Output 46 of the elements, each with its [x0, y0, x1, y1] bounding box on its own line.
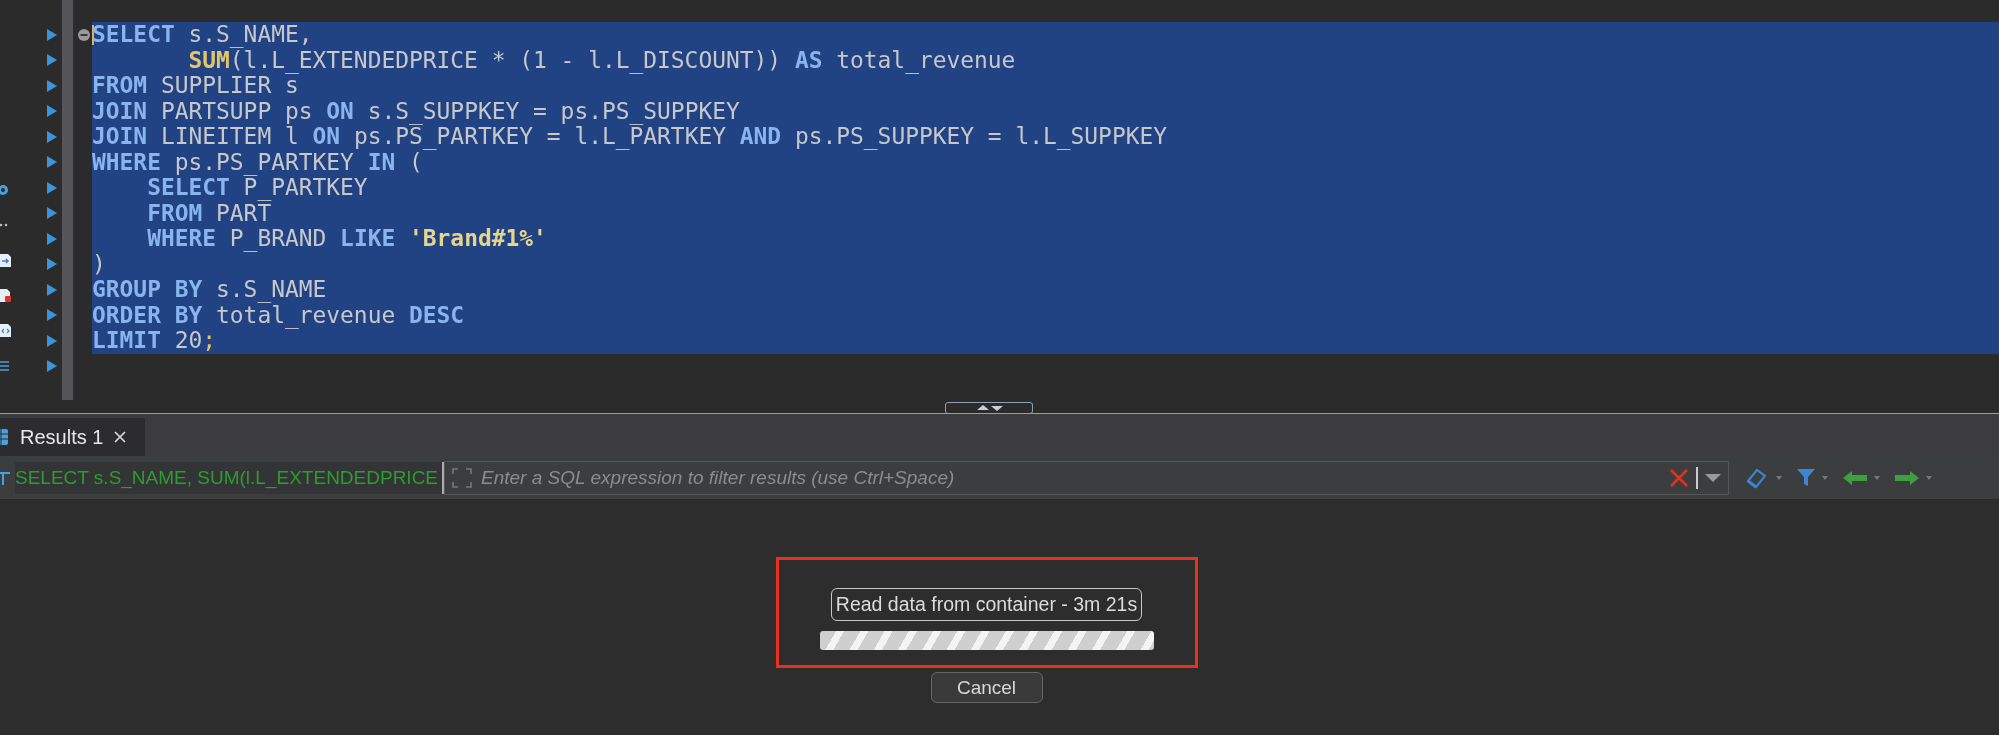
code-line: ): [92, 251, 106, 277]
dropdown-caret-icon[interactable]: [1776, 475, 1783, 480]
code-line: WHERE ps.PS_PARTKEY IN (: [92, 149, 423, 175]
run-marker-icon[interactable]: [46, 333, 58, 348]
code-line: JOIN PARTSUPP ps ON s.S_SUPPKEY = ps.PS_SUPPKEY: [92, 98, 740, 124]
file-code-icon[interactable]: [0, 323, 12, 338]
run-marker-icon[interactable]: [46, 27, 58, 42]
dropdown-caret-icon[interactable]: [1704, 471, 1723, 484]
code-line: GROUP BY s.S_NAME: [92, 277, 327, 303]
clear-icon[interactable]: [1668, 466, 1691, 489]
run-marker-icon[interactable]: [46, 257, 58, 272]
run-marker-icon[interactable]: [46, 231, 58, 246]
filter-box[interactable]: Enter a SQL expression to filter results (use Ctrl+Space): [444, 460, 1730, 495]
progress-label: Read data from container - 3m 21s: [830, 588, 1143, 621]
run-marker-icon[interactable]: [46, 104, 58, 119]
code-line: LIMIT 20;: [92, 328, 217, 354]
code-line: FROM PART: [146, 200, 272, 226]
query-text: SELECT s.S_NAME, SUM(l.L_EXTENDEDPRICE: [15, 461, 445, 494]
code-line: SELECT P_PARTKEY: [146, 175, 368, 201]
code-line: FROM SUPPLIER s: [92, 73, 299, 99]
run-marker-icon[interactable]: [46, 180, 58, 195]
run-marker-icon[interactable]: [46, 155, 58, 170]
run-marker-icon[interactable]: [46, 359, 58, 374]
code-line: JOIN LINEITEM l ON ps.PS_PARTKEY = l.L_PARTKEY AND ps.PS_SUPPKEY = l.L_SUPPKEY: [92, 124, 1168, 150]
dropdown-caret-icon[interactable]: [1874, 475, 1881, 480]
list-icon[interactable]: [0, 358, 12, 373]
file-error-icon[interactable]: [0, 288, 12, 303]
dropdown-caret-icon[interactable]: [1926, 475, 1933, 480]
code-line: SUM(l.L_EXTENDEDPRICE * (1 - l.L_DISCOUNT)) AS total_revenue: [187, 47, 1016, 73]
cancel-button[interactable]: Cancel: [930, 672, 1043, 703]
filter-field[interactable]: Enter a SQL expression to filter results (use Ctrl+Space): [479, 465, 1663, 490]
run-marker-icon[interactable]: [46, 129, 58, 144]
close-icon[interactable]: [113, 430, 128, 444]
dropdown-caret-icon[interactable]: [1822, 475, 1829, 480]
run-marker-icon[interactable]: [46, 78, 58, 93]
run-marker-icon[interactable]: [46, 282, 58, 297]
results-tab[interactable]: Results 1: [0, 418, 145, 456]
file-arrow-icon[interactable]: [0, 253, 12, 268]
run-marker-icon[interactable]: [46, 206, 58, 221]
code-line: WHERE P_BRAND LIKE 'Brand#1%': [146, 226, 547, 252]
code-line: ORDER BY total_revenue DESC: [92, 302, 465, 328]
run-marker-icon[interactable]: [46, 308, 58, 323]
table-icon: [0, 428, 10, 446]
splitter-handle[interactable]: [945, 402, 1033, 414]
run-marker-icon[interactable]: [46, 53, 58, 68]
collapse-icon[interactable]: [77, 27, 91, 42]
